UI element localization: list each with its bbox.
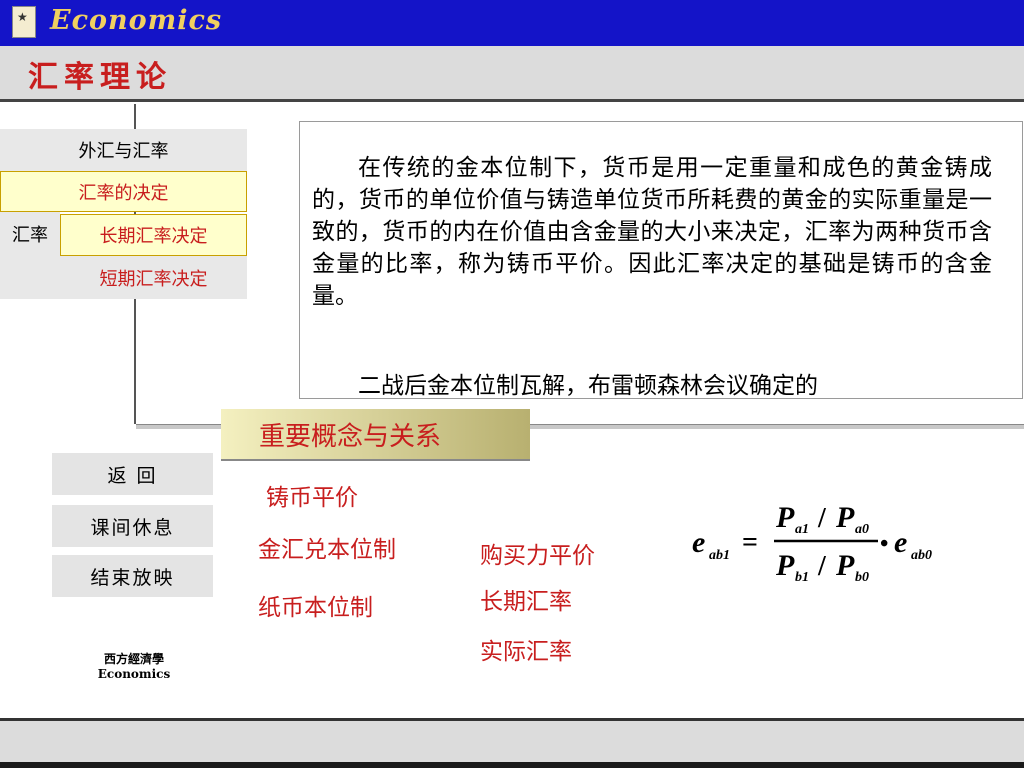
concepts-banner: 重要概念与关系 bbox=[221, 409, 530, 461]
title-band: 汇率理论 bbox=[0, 46, 1024, 102]
formula-rhs: e bbox=[894, 526, 907, 559]
term-ppp[interactable]: 购买力平价 bbox=[480, 536, 595, 570]
formula-den-slash: / bbox=[817, 551, 827, 582]
formula-num-slash: / bbox=[817, 503, 827, 534]
nav-item-short-term-rate[interactable]: 短期汇率决定 bbox=[60, 256, 247, 299]
exchange-rate-formula: e ab1 = P a1 / P a0 P b1 / P b0 • e ab0 bbox=[692, 501, 932, 585]
formula-rhs-sub: ab0 bbox=[911, 548, 932, 563]
term-mint-parity[interactable]: 铸币平价 bbox=[266, 478, 358, 512]
page-title: 汇率理论 bbox=[28, 60, 172, 95]
formula-den-b-sub: b0 bbox=[855, 570, 869, 585]
formula-lhs: e bbox=[692, 526, 705, 559]
content-panel[interactable]: 在传统的金本位制下，货币是用一定重量和成色的黄金铸成的，货币的单位价值与铸造单位… bbox=[299, 121, 1023, 399]
top-bar: ★ Economics bbox=[0, 0, 1024, 46]
footer-logo: 西方經濟學 Economics bbox=[94, 650, 174, 681]
nav-item-rate-determination[interactable]: 汇率的决定 bbox=[0, 171, 247, 212]
nav-item-rate-prefix: 汇率 bbox=[0, 212, 60, 256]
bottom-bar bbox=[0, 718, 1024, 768]
formula-num-b: P bbox=[835, 501, 855, 534]
back-button[interactable]: 返 回 bbox=[52, 453, 213, 495]
bottom-edge bbox=[0, 762, 1024, 768]
formula-den-a: P bbox=[775, 549, 795, 582]
formula-den-a-sub: b1 bbox=[795, 570, 809, 585]
term-gold-exchange-standard[interactable]: 金汇兑本位制 bbox=[258, 530, 396, 564]
term-real-rate[interactable]: 实际汇率 bbox=[480, 632, 572, 666]
content-paragraph-2: 二战后金本位制瓦解，布雷顿森林会议确定的 bbox=[358, 373, 818, 399]
term-long-term-rate[interactable]: 长期汇率 bbox=[480, 582, 572, 616]
end-show-button[interactable]: 结束放映 bbox=[52, 555, 213, 597]
break-button[interactable]: 课间休息 bbox=[52, 505, 213, 547]
footer-logo-cn: 西方經濟學 bbox=[103, 652, 164, 666]
formula-dot: • bbox=[880, 531, 888, 557]
formula-num-a-sub: a1 bbox=[795, 522, 809, 537]
content-paragraph-1: 在传统的金本位制下，货币是用一定重量和成色的黄金铸成的，货币的单位价值与铸造单位… bbox=[312, 155, 992, 309]
formula-den-b: P bbox=[835, 549, 855, 582]
nav-filler bbox=[0, 256, 60, 299]
formula-num-a: P bbox=[775, 501, 795, 534]
nav-item-long-term-rate[interactable]: 长期汇率决定 bbox=[60, 214, 247, 256]
book-logo-icon: ★ bbox=[12, 6, 36, 38]
brand-title: Economics bbox=[50, 5, 223, 36]
formula-lhs-sub: ab1 bbox=[709, 548, 730, 563]
footer-logo-en: Economics bbox=[97, 667, 171, 681]
nav-item-forex-and-rate[interactable]: 外汇与汇率 bbox=[0, 129, 247, 171]
term-paper-standard[interactable]: 纸币本位制 bbox=[258, 588, 373, 622]
formula-num-b-sub: a0 bbox=[855, 522, 869, 537]
formula-equals: = bbox=[742, 527, 758, 558]
